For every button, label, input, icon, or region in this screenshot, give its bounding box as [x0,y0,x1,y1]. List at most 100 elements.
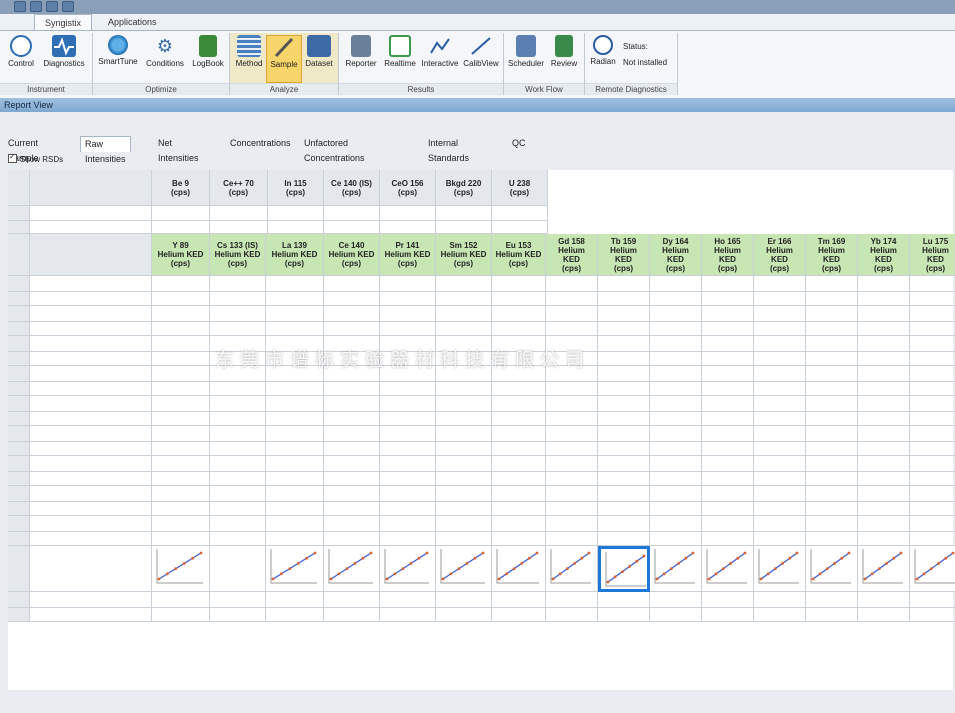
value-cell[interactable] [702,516,754,532]
value-cell[interactable] [152,336,210,352]
value-cell[interactable] [546,366,598,382]
value-cell[interactable] [910,276,955,292]
report-tab-2[interactable]: Net Intensities [154,136,203,163]
value-cell[interactable] [324,396,380,412]
value-cell[interactable] [598,486,650,502]
value-cell[interactable] [436,366,492,382]
value-cell[interactable] [380,306,436,322]
value-cell[interactable] [210,206,268,221]
value-cell[interactable] [436,592,492,608]
column-header[interactable]: Bkgd 220 (cps) [436,170,492,206]
review-button[interactable]: Review [546,35,582,68]
value-cell[interactable] [324,366,380,382]
value-cell[interactable] [210,336,266,352]
value-cell[interactable] [650,396,702,412]
value-cell[interactable] [266,516,324,532]
value-cell[interactable] [210,366,266,382]
value-cell[interactable] [598,456,650,472]
calibration-curve-cell[interactable] [702,546,754,592]
sample-id-cell[interactable] [30,306,152,322]
value-cell[interactable] [324,486,380,502]
value-cell[interactable] [436,486,492,502]
value-cell[interactable] [650,366,702,382]
value-cell[interactable] [492,276,546,292]
column-header[interactable]: Dy 164 Helium KED (cps) [650,234,702,276]
scheduler-button[interactable]: Scheduler [506,35,546,68]
sample-id-cell[interactable] [30,336,152,352]
value-cell[interactable] [598,336,650,352]
value-cell[interactable] [492,306,546,322]
open-icon[interactable] [46,1,58,12]
value-cell[interactable] [152,486,210,502]
value-cell[interactable] [806,336,858,352]
value-cell[interactable] [754,426,806,442]
value-cell[interactable] [806,276,858,292]
report-tab-0[interactable]: Current Sample [4,136,43,163]
value-cell[interactable] [492,396,546,412]
value-cell[interactable] [380,206,436,221]
column-header[interactable]: Ce 140 Helium KED (cps) [324,234,380,276]
calibration-curve-cell[interactable] [324,546,380,592]
value-cell[interactable] [806,486,858,502]
value-cell[interactable] [436,396,492,412]
value-cell[interactable] [598,366,650,382]
value-cell[interactable] [910,456,955,472]
value-cell[interactable] [650,516,702,532]
value-cell[interactable] [324,306,380,322]
sample-id-cell[interactable] [30,516,152,532]
value-cell[interactable] [492,516,546,532]
sample-id-cell[interactable] [30,486,152,502]
value-cell[interactable] [754,366,806,382]
save-icon[interactable] [30,1,42,12]
value-cell[interactable] [266,426,324,442]
value-cell[interactable] [858,426,910,442]
calibration-curve-cell[interactable] [492,546,546,592]
sample-button[interactable]: Sample [266,35,302,83]
value-cell[interactable] [702,276,754,292]
value-cell[interactable] [858,592,910,608]
value-cell[interactable] [152,396,210,412]
value-cell[interactable] [598,516,650,532]
calibration-curve-cell[interactable] [650,546,702,592]
value-cell[interactable] [492,426,546,442]
interactive-button[interactable]: Interactive [419,35,461,68]
value-cell[interactable] [598,276,650,292]
value-cell[interactable] [754,396,806,412]
calibration-curve-cell[interactable] [380,546,436,592]
value-cell[interactable] [436,426,492,442]
calibration-curve-cell[interactable] [754,546,806,592]
value-cell[interactable] [492,592,546,608]
value-cell[interactable] [806,396,858,412]
column-header[interactable]: La 139 Helium KED (cps) [266,234,324,276]
sample-id-cell[interactable] [30,426,152,442]
value-cell[interactable] [210,592,266,608]
value-cell[interactable] [910,366,955,382]
value-cell[interactable] [210,276,266,292]
show-rsds-checkbox[interactable]: Show RSDs [8,152,63,164]
value-cell[interactable] [546,486,598,502]
column-header[interactable]: CeO 156 (cps) [380,170,436,206]
value-cell[interactable] [598,396,650,412]
value-cell[interactable] [702,456,754,472]
value-cell[interactable] [910,336,955,352]
value-cell[interactable] [380,396,436,412]
sample-id-cell[interactable] [30,276,152,292]
value-cell[interactable] [598,592,650,608]
value-cell[interactable] [324,276,380,292]
value-cell[interactable] [546,592,598,608]
app-logo-icon[interactable] [14,1,26,12]
value-cell[interactable] [702,336,754,352]
column-header[interactable]: Be 9 (cps) [152,170,210,206]
value-cell[interactable] [266,396,324,412]
value-cell[interactable] [702,396,754,412]
value-cell[interactable] [266,486,324,502]
value-cell[interactable] [380,516,436,532]
value-cell[interactable] [910,396,955,412]
value-cell[interactable] [702,306,754,322]
value-cell[interactable] [650,336,702,352]
report-tab-1[interactable]: Raw Intensities [80,136,131,164]
value-cell[interactable] [806,306,858,322]
value-cell[interactable] [210,516,266,532]
column-header[interactable]: In 115 (cps) [268,170,324,206]
value-cell[interactable] [492,336,546,352]
